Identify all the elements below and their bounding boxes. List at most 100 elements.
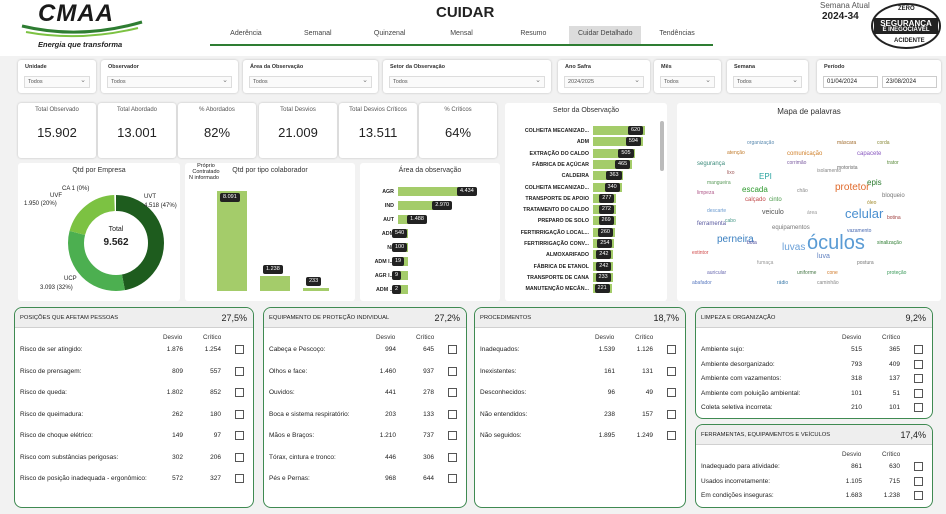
- wordcloud-word: corrimão: [787, 160, 807, 166]
- table-row: Coleta seletiva incorreta: 210 101: [696, 403, 932, 414]
- row-label: Não seguidos:: [480, 432, 522, 439]
- row-checkbox[interactable]: [448, 345, 457, 354]
- row-checkbox[interactable]: [448, 409, 457, 419]
- filter-mes: Mês Todos: [654, 60, 721, 93]
- badge-main-text-2: É INEGOCIÁVEL: [882, 27, 930, 33]
- wordcloud-word: trator: [887, 160, 899, 166]
- row-checkbox[interactable]: [235, 474, 244, 483]
- row-checkbox[interactable]: [914, 345, 923, 354]
- tab-aderencia[interactable]: Aderência: [210, 26, 282, 44]
- tab-quinzenal[interactable]: Quinzenal: [354, 26, 426, 44]
- area-dropdown[interactable]: Todos: [249, 76, 372, 88]
- area-category-label: IND: [384, 203, 394, 209]
- company-tagline: Energia que transforma: [38, 40, 123, 49]
- wordcloud-word: capacete: [857, 151, 882, 157]
- kpi-label: Total Observado: [35, 107, 79, 113]
- collab-bar[interactable]: [303, 288, 329, 291]
- donut-label-uvt-value: 4.518 (47%): [144, 203, 177, 209]
- row-checkbox[interactable]: [914, 462, 923, 471]
- area-chart: AGR 4.434 IND 2.970 AUT 1.488 ADM 540 N/I 100 ADM …: [360, 163, 500, 301]
- tab-tendencias[interactable]: Tendências: [641, 26, 713, 44]
- table-row: Risco de prensagem: 809 557: [15, 366, 253, 378]
- ano-safra-dropdown[interactable]: 2024/2025: [564, 76, 644, 88]
- safety-badge: ZERO SEGURANÇA É INEGOCIÁVEL ACIDENTE: [870, 2, 942, 50]
- table-row: Ambiente desorganizado: 793 409: [696, 359, 932, 371]
- row-checkbox[interactable]: [914, 359, 923, 369]
- row-checkbox[interactable]: [448, 366, 457, 376]
- row-checkbox[interactable]: [667, 409, 676, 419]
- setor-scrollbar[interactable]: [660, 121, 664, 171]
- row-desvio: 1.539: [598, 346, 615, 353]
- row-checkbox[interactable]: [667, 366, 676, 376]
- row-checkbox[interactable]: [235, 431, 244, 440]
- row-checkbox[interactable]: [448, 388, 457, 397]
- collab-bar[interactable]: [260, 275, 290, 291]
- wordcloud-word: luva: [817, 253, 830, 260]
- card-percentage: 27,5%: [221, 313, 247, 323]
- kpi-total-observado: Total Observado 15.902: [18, 103, 96, 158]
- row-checkbox[interactable]: [448, 474, 457, 483]
- tab-bar: Aderência Semanal Quinzenal Mensal Resum…: [210, 26, 713, 46]
- wordcloud-word: proteção: [887, 270, 907, 276]
- row-checkbox[interactable]: [448, 431, 457, 440]
- row-desvio: 861: [851, 463, 862, 470]
- row-checkbox[interactable]: [914, 491, 923, 500]
- row-desvio: 96: [607, 389, 615, 396]
- wordcloud-word: descarte: [707, 208, 727, 214]
- kpi-value: 21.009: [278, 125, 318, 140]
- area-value-label: 4.434: [457, 187, 477, 196]
- row-desvio: 446: [385, 453, 396, 461]
- table-row: Cabeça e Pescoço: 994 645: [264, 345, 466, 356]
- semana-dropdown[interactable]: Todos: [733, 76, 802, 88]
- table-row: Olhos e face: 1.460 937: [264, 366, 466, 378]
- setor-category-label: ALMOXARIFADO: [546, 252, 589, 259]
- row-checkbox[interactable]: [667, 388, 676, 397]
- column-header-critico: Crítico: [203, 334, 222, 341]
- row-checkbox[interactable]: [914, 374, 923, 383]
- period-start-input[interactable]: 01/04/2024: [823, 76, 878, 88]
- row-label: Coleta seletiva incorreta:: [701, 404, 773, 411]
- unidade-dropdown[interactable]: Todos: [24, 76, 90, 88]
- table-row: Risco de choque elétrico: 149 97: [15, 431, 253, 442]
- row-checkbox[interactable]: [235, 452, 244, 462]
- row-checkbox[interactable]: [914, 476, 923, 486]
- row-critico: 1.126: [636, 346, 653, 353]
- row-checkbox[interactable]: [667, 431, 676, 440]
- row-label: Risco de queda:: [20, 389, 67, 396]
- column-header-desvio: Desvio: [595, 334, 615, 341]
- column-header-critico: Crítico: [882, 451, 901, 458]
- card-percentage: 9,2%: [905, 313, 926, 323]
- row-checkbox[interactable]: [448, 452, 457, 462]
- filter-ano-safra: Ano Safra 2024/2025: [558, 60, 650, 93]
- tab-cuidar-detalhado[interactable]: Cuidar Detalhado: [569, 26, 642, 44]
- row-desvio: 149: [172, 432, 183, 439]
- collab-category-label: N informado: [189, 175, 219, 181]
- donut-label-uvf-value: 1.950 (20%): [24, 201, 57, 207]
- observador-dropdown[interactable]: Todos: [107, 76, 232, 88]
- table-row: Ouvidos: 441 278: [264, 388, 466, 399]
- mes-dropdown[interactable]: Todos: [660, 76, 715, 88]
- tab-semanal[interactable]: Semanal: [282, 26, 354, 44]
- wordcloud-word: sinalização: [877, 240, 902, 246]
- tab-mensal[interactable]: Mensal: [426, 26, 498, 44]
- setor-dropdown[interactable]: Todos: [389, 76, 545, 88]
- filter-label: Mês: [661, 64, 672, 70]
- tab-resumo[interactable]: Resumo: [497, 26, 569, 44]
- kpi-total-desvios: Total Desvios 21.009: [259, 103, 337, 158]
- row-checkbox[interactable]: [235, 366, 244, 376]
- row-checkbox[interactable]: [914, 403, 923, 412]
- row-checkbox[interactable]: [667, 345, 676, 354]
- row-checkbox[interactable]: [235, 388, 244, 397]
- row-label: Mãos e Braços:: [269, 432, 315, 439]
- row-checkbox[interactable]: [235, 345, 244, 354]
- row-desvio: 101: [851, 389, 862, 397]
- wordcloud-word: segurança: [697, 161, 726, 167]
- filter-setor: Setor da Observação Todos: [383, 60, 551, 93]
- collab-bar[interactable]: [217, 191, 247, 291]
- row-checkbox[interactable]: [914, 388, 923, 398]
- period-end-input[interactable]: 23/08/2024: [882, 76, 937, 88]
- kpi-label: % Abordados: [199, 107, 235, 113]
- row-checkbox[interactable]: [235, 409, 244, 419]
- area-category-label: AGR: [382, 189, 394, 195]
- setor-value-label: 242: [596, 261, 612, 271]
